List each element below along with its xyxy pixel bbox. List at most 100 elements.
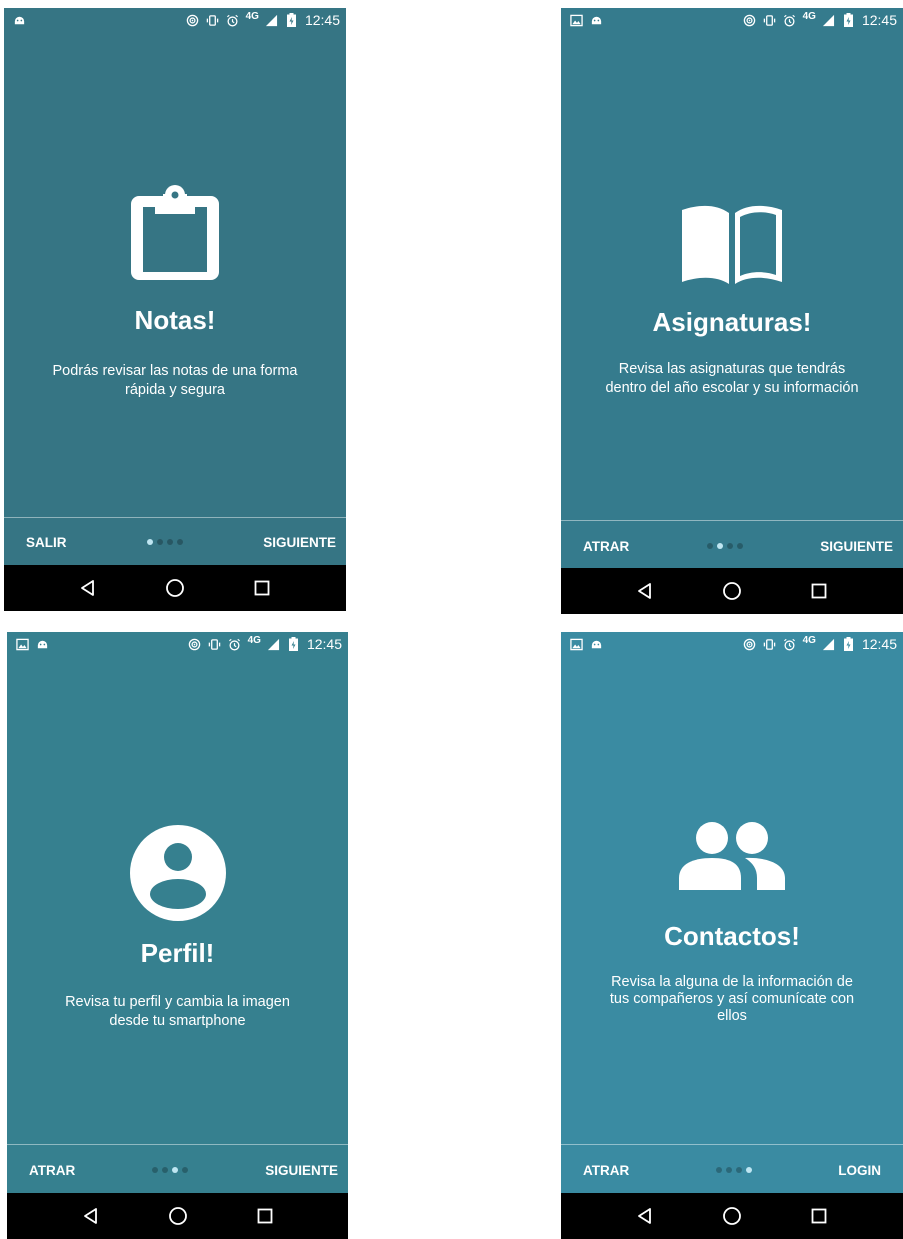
- slide-content: Contactos! Revisa la alguna de la inform…: [561, 820, 903, 1025]
- page-dot: [166, 539, 173, 545]
- slide-content: Asignaturas! Revisa las asignaturas que …: [561, 204, 903, 398]
- back-nav-icon[interactable]: [79, 1204, 103, 1228]
- recents-nav-icon[interactable]: [253, 1204, 277, 1228]
- image-notification-icon: [569, 637, 583, 651]
- people-icon: [679, 820, 785, 897]
- network-type-label: 4G: [245, 10, 259, 22]
- book-icon: [679, 204, 785, 293]
- status-bar: 4G 12:45: [561, 8, 903, 32]
- divider: [561, 520, 903, 521]
- recents-nav-icon[interactable]: [807, 1204, 831, 1228]
- page-dot: [152, 1167, 159, 1173]
- status-bar: 4G 12:45: [7, 632, 348, 656]
- page-indicator: [146, 539, 183, 545]
- vibrate-icon: [763, 13, 777, 27]
- android-debug-icon: [12, 13, 26, 27]
- back-button[interactable]: ATRAR: [583, 539, 629, 554]
- page-indicator: [715, 1167, 752, 1173]
- back-button[interactable]: ATRAR: [583, 1163, 629, 1178]
- clock-time: 12:45: [306, 636, 342, 652]
- login-button[interactable]: LOGIN: [838, 1163, 881, 1178]
- onboarding-screen-asignaturas: 4G 12:45 Asignaturas! Revisa las asignat…: [561, 8, 903, 614]
- vibrate-icon: [206, 13, 220, 27]
- signal-icon: [822, 637, 836, 651]
- page-indicator: [152, 1167, 189, 1173]
- recents-nav-icon[interactable]: [250, 576, 274, 600]
- page-dot-active: [716, 543, 723, 549]
- android-debug-icon: [589, 13, 603, 27]
- system-nav-bar: [7, 1193, 348, 1239]
- alarm-icon: [226, 13, 240, 27]
- onboarding-screen-contactos: 4G 12:45 Contactos! Revisa la alguna de …: [561, 632, 903, 1239]
- page-dot: [182, 1167, 189, 1173]
- page-dot: [156, 539, 163, 545]
- slide-description: Revisa la alguna de la información de tu…: [609, 974, 855, 1024]
- signal-icon: [822, 13, 836, 27]
- page-dot: [706, 543, 713, 549]
- home-nav-icon[interactable]: [166, 1204, 190, 1228]
- home-nav-icon[interactable]: [720, 1204, 744, 1228]
- hotspot-icon: [743, 13, 757, 27]
- page-dot: [176, 539, 183, 545]
- alarm-icon: [783, 13, 797, 27]
- slide-title: Perfil!: [140, 938, 215, 968]
- page-dot: [736, 543, 743, 549]
- page-dot-active: [745, 1167, 752, 1173]
- android-debug-icon: [35, 637, 49, 651]
- image-notification-icon: [15, 637, 29, 651]
- next-button[interactable]: SIGUIENTE: [263, 535, 336, 550]
- battery-charging-icon: [287, 637, 301, 651]
- back-button[interactable]: ATRAR: [29, 1163, 75, 1178]
- image-notification-icon: [569, 13, 583, 27]
- slide-title: Notas!: [134, 305, 216, 335]
- onboarding-screen-perfil: 4G 12:45 Perfil! Revisa tu perfil y camb…: [7, 632, 348, 1239]
- back-nav-icon[interactable]: [76, 576, 100, 600]
- home-nav-icon[interactable]: [720, 579, 744, 603]
- alarm-icon: [783, 637, 797, 651]
- next-button[interactable]: SIGUIENTE: [265, 1163, 338, 1178]
- slide-description: Revisa tu perfil y cambia la imagen desd…: [65, 994, 290, 1029]
- recents-nav-icon[interactable]: [807, 579, 831, 603]
- back-nav-icon[interactable]: [633, 579, 657, 603]
- system-nav-bar: [561, 1193, 903, 1239]
- back-nav-icon[interactable]: [633, 1204, 657, 1228]
- battery-charging-icon: [842, 13, 856, 27]
- vibrate-icon: [208, 637, 222, 651]
- divider: [561, 1144, 903, 1145]
- battery-charging-icon: [285, 13, 299, 27]
- page-dot: [725, 1167, 732, 1173]
- system-nav-bar: [4, 565, 346, 611]
- clock-time: 12:45: [861, 12, 897, 28]
- slide-content: Perfil! Revisa tu perfil y cambia la ima…: [7, 825, 348, 1031]
- divider: [7, 1144, 348, 1145]
- status-bar: 4G 12:45: [561, 632, 903, 656]
- page-dot-active: [146, 539, 153, 545]
- vibrate-icon: [763, 637, 777, 651]
- network-type-label: 4G: [802, 10, 816, 22]
- hotspot-icon: [186, 13, 200, 27]
- home-nav-icon[interactable]: [163, 576, 187, 600]
- account-circle-icon: [129, 825, 226, 926]
- page-dot-active: [172, 1167, 179, 1173]
- next-button[interactable]: SIGUIENTE: [820, 539, 893, 554]
- page-dot: [726, 543, 733, 549]
- network-type-label: 4G: [247, 634, 261, 646]
- exit-button[interactable]: SALIR: [26, 535, 67, 550]
- clock-time: 12:45: [861, 636, 897, 652]
- alarm-icon: [228, 637, 242, 651]
- onboarding-bottom-bar: SALIR SIGUIENTE: [4, 518, 346, 566]
- slide-title: Contactos!: [664, 921, 800, 951]
- signal-icon: [265, 13, 279, 27]
- system-nav-bar: [561, 568, 903, 614]
- android-debug-icon: [589, 637, 603, 651]
- onboarding-screen-notas: 4G 12:45 Notas! Podrás revisar las notas…: [4, 8, 346, 611]
- onboarding-bottom-bar: ATRAR LOGIN: [561, 1146, 903, 1194]
- page-dot: [735, 1167, 742, 1173]
- page-dot: [162, 1167, 169, 1173]
- slide-description: Podrás revisar las notas de una forma rá…: [52, 363, 298, 398]
- page-indicator: [706, 543, 743, 549]
- onboarding-bottom-bar: ATRAR SIGUIENTE: [7, 1146, 348, 1194]
- slide-content: Notas! Podrás revisar las notas de una f…: [4, 182, 346, 400]
- hotspot-icon: [743, 637, 757, 651]
- battery-charging-icon: [842, 637, 856, 651]
